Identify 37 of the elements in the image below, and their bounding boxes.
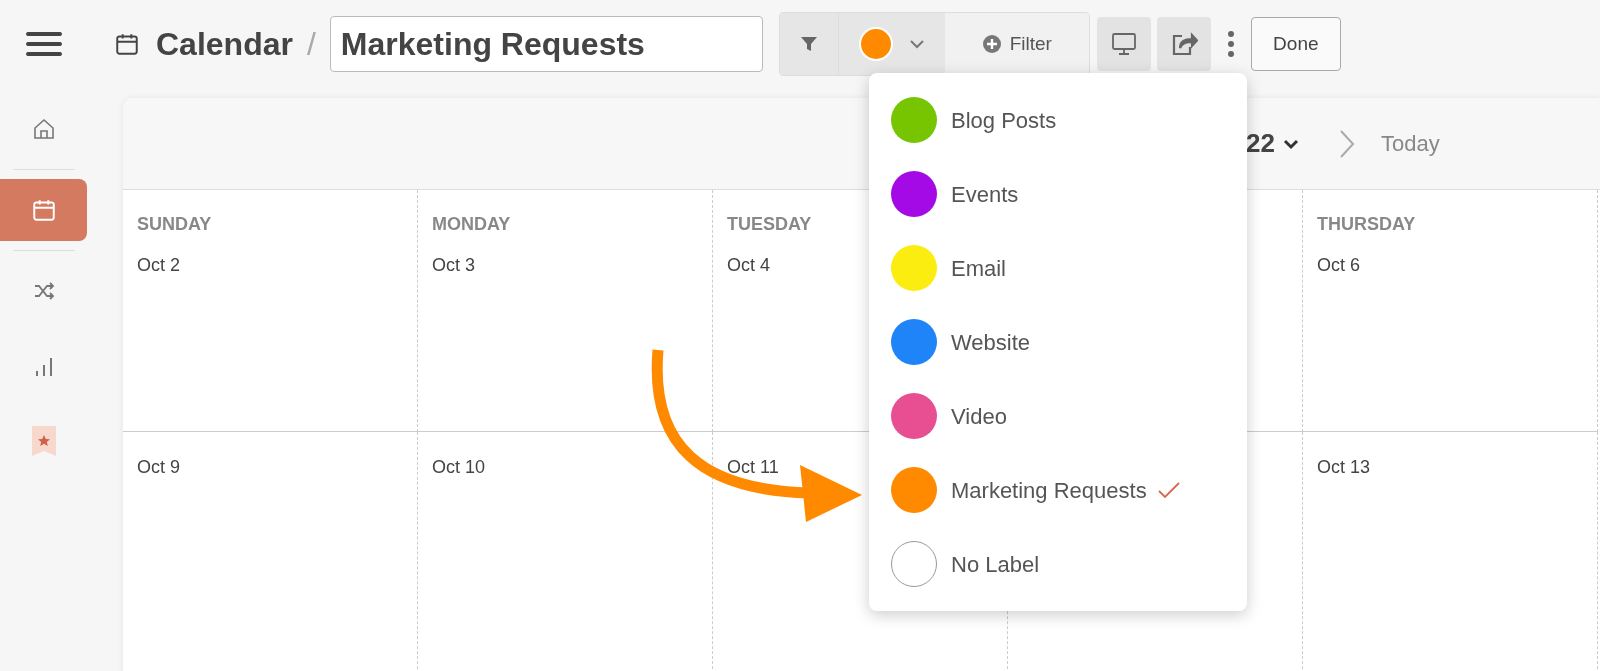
label-option[interactable]: Marketing Requests [869, 453, 1247, 527]
filter-icon[interactable] [779, 13, 838, 75]
plus-icon [981, 34, 1002, 54]
page-title: Calendar [156, 25, 293, 64]
label-option[interactable]: No Label [869, 527, 1247, 601]
weekday-label: TUESDAY [727, 213, 812, 236]
chevron-down-icon [908, 39, 925, 49]
label-color-dropdown[interactable] [837, 13, 945, 75]
checkmark-icon [1156, 481, 1181, 499]
monitor-icon[interactable] [1096, 17, 1151, 71]
label-option[interactable]: Events [869, 157, 1247, 231]
weekday-label: SUNDAY [137, 213, 212, 236]
date-label: Oct 13 [1317, 456, 1371, 479]
date-label: Oct 2 [137, 254, 180, 277]
menu-icon[interactable] [25, 30, 62, 58]
done-button[interactable]: Done [1250, 17, 1341, 71]
share-icon[interactable] [1156, 17, 1211, 71]
calendar-icon [114, 31, 140, 57]
label-option[interactable]: Video [869, 379, 1247, 453]
label-option[interactable]: Blog Posts [869, 83, 1247, 157]
calendar-nav-icon[interactable] [0, 179, 87, 241]
dropdown-chevron-icon[interactable] [1282, 137, 1299, 150]
month-label: 22 [1246, 127, 1275, 160]
date-label: Oct 3 [432, 254, 475, 277]
weekday-label: MONDAY [432, 213, 511, 236]
date-label: Oct 6 [1317, 254, 1360, 277]
breadcrumb-separator: / [306, 25, 316, 64]
weekday-label: THURSDAY [1317, 213, 1416, 236]
date-label: Oct 9 [137, 456, 180, 479]
date-label: Oct 10 [432, 456, 486, 479]
more-icon[interactable] [1226, 30, 1235, 58]
label-option[interactable]: Email [869, 231, 1247, 305]
date-label: Oct 4 [727, 254, 770, 277]
label-option[interactable]: Website [869, 305, 1247, 379]
date-label: Oct 11 [727, 456, 779, 479]
calendar-name-field[interactable]: Marketing Requests [329, 16, 763, 72]
filter-button[interactable]: Filter [944, 13, 1089, 75]
